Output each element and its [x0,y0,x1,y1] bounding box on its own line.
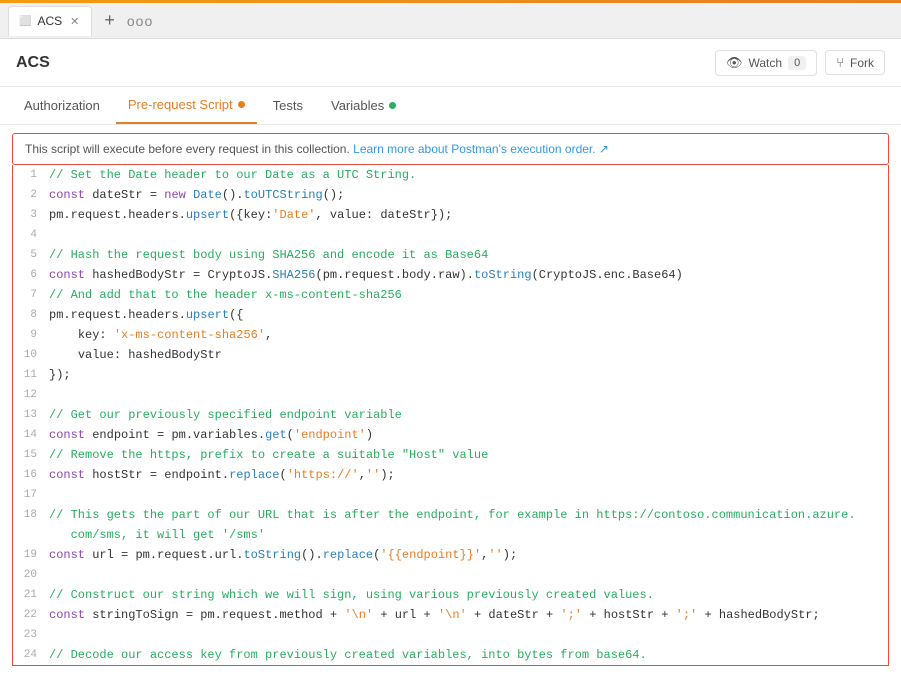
code-line-18-wrap: 18 // This gets the part of our URL that… [13,505,888,525]
code-line-23: 23 [13,625,888,645]
code-line-24: 24 // Decode our access key from previou… [13,645,888,665]
tab-close-button[interactable]: ✕ [68,15,81,28]
code-line-19: 19 const url = pm.request.url.toString()… [13,545,888,565]
code-line-14: 14 const endpoint = pm.variables.get('en… [13,425,888,445]
tab-authorization[interactable]: Authorization [12,88,112,123]
code-line-13: 13 // Get our previously specified endpo… [13,405,888,425]
tab-tests-label: Tests [273,98,303,113]
variables-dot [389,102,396,109]
main-content: This script will execute before every re… [0,125,901,674]
app-header: ACS 👁 Watch 0 ⑂ Fork [0,39,901,87]
fork-icon: ⑂ [836,55,844,70]
code-editor[interactable]: 1 // Set the Date header to our Date as … [12,165,889,666]
code-line-15: 15 // Remove the https, prefix to create… [13,445,888,465]
learn-more-link[interactable]: Learn more about Postman's execution ord… [353,142,609,156]
code-line-17: 17 [13,485,888,505]
code-line-11: 11 }); [13,365,888,385]
watch-count: 0 [788,56,806,70]
code-line-20: 20 [13,565,888,585]
code-line-3: 3 pm.request.headers.upsert({key:'Date',… [13,205,888,225]
new-tab-button[interactable]: + [100,10,119,31]
browser-more-button[interactable]: ooo [127,13,153,29]
tab-authorization-label: Authorization [24,98,100,113]
code-line-6: 6 const hashedBodyStr = CryptoJS.SHA256(… [13,265,888,285]
code-line-5: 5 // Hash the request body using SHA256 … [13,245,888,265]
code-line-10: 10 value: hashedBodyStr [13,345,888,365]
tab-variables-label: Variables [331,98,384,113]
code-line-21: 21 // Construct our string which we will… [13,585,888,605]
code-line-9: 9 key: 'x-ms-content-sha256', [13,325,888,345]
pre-request-dot [238,101,245,108]
tab-pre-request-script[interactable]: Pre-request Script [116,87,257,124]
tab-tests[interactable]: Tests [261,88,315,123]
code-line-8: 8 pm.request.headers.upsert({ [13,305,888,325]
watch-label: Watch [749,56,783,70]
browser-tab[interactable]: ⬜ ACS ✕ [8,6,92,36]
info-bar: This script will execute before every re… [12,133,889,165]
fork-button[interactable]: ⑂ Fork [825,50,885,75]
fork-label: Fork [850,56,874,70]
tabs-bar: Authorization Pre-request Script Tests V… [0,87,901,125]
window-icon: ⬜ [19,16,31,27]
code-line-7: 7 // And add that to the header x-ms-con… [13,285,888,305]
code-line-4: 4 [13,225,888,245]
header-actions: 👁 Watch 0 ⑂ Fork [715,50,885,76]
code-line-12: 12 [13,385,888,405]
browser-tab-bar: ⬜ ACS ✕ + ooo [0,3,901,39]
app-title: ACS [16,54,50,72]
code-line-16: 16 const hostStr = endpoint.replace('htt… [13,465,888,485]
browser-tab-label: ACS [37,14,62,28]
tab-pre-request-label: Pre-request Script [128,97,233,112]
eye-icon: 👁 [726,55,743,71]
code-line-1: 1 // Set the Date header to our Date as … [13,165,888,185]
code-line-2: 2 const dateStr = new Date().toUTCString… [13,185,888,205]
info-text: This script will execute before every re… [25,142,353,156]
watch-button[interactable]: 👁 Watch 0 [715,50,817,76]
tab-variables[interactable]: Variables [319,88,408,123]
code-line-22: 22 const stringToSign = pm.request.metho… [13,605,888,625]
code-line-18-cont: com/sms, it will get '/sms' [13,525,888,545]
